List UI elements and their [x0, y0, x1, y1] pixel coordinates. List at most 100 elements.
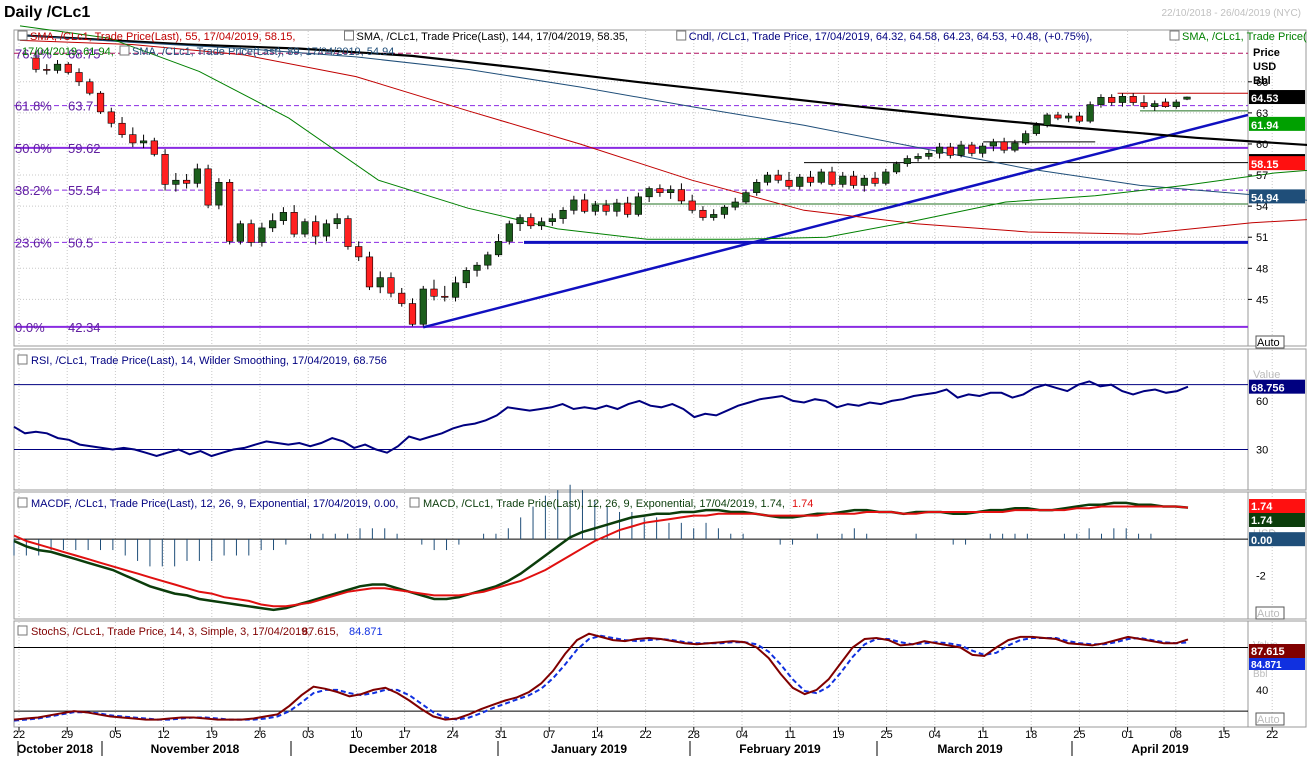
candle: [570, 199, 578, 211]
candle: [419, 288, 427, 325]
candle: [1022, 133, 1030, 144]
x-month-label: April 2019: [1131, 742, 1189, 756]
legend-icon: [676, 30, 687, 41]
legend-icon: [17, 354, 28, 365]
candle: [1151, 103, 1159, 107]
candle: [624, 202, 632, 215]
axis-title-usd: USD: [1253, 61, 1276, 73]
chart-title: Daily /CLc1: [4, 4, 91, 21]
rsi-tick: 60: [1256, 396, 1268, 408]
legend-text: SMA, /CLc1, Trade Price(Last), 144, 17/0…: [357, 31, 629, 43]
candle: [1032, 125, 1041, 134]
price-tick-label: 60: [1256, 139, 1268, 151]
candle: [581, 199, 589, 212]
x-day-label: 17: [398, 729, 410, 741]
fib-pct-label: 23.6%: [15, 235, 52, 250]
fib-value-label: 59.62: [68, 141, 101, 156]
macd-legend-b: MACD, /CLc1, Trade Price(Last), 12, 26, …: [423, 498, 785, 510]
candle: [1043, 114, 1051, 126]
macd-tag-text: 0.00: [1251, 535, 1272, 547]
candle: [968, 144, 976, 154]
value-tag-text: 64.53: [1251, 93, 1279, 105]
candle: [860, 177, 868, 186]
fib-pct-label: 38.2%: [15, 183, 52, 198]
candle: [935, 146, 944, 154]
candle: [387, 277, 395, 294]
x-day-label: 25: [1073, 729, 1085, 741]
macd-tag-text: 1.74: [1251, 515, 1273, 527]
date-range: 22/10/2018 - 26/04/2019 (NYC): [1161, 8, 1301, 19]
candle: [494, 241, 503, 256]
candle: [1065, 115, 1073, 119]
candle: [882, 171, 890, 184]
x-day-label: 26: [254, 729, 266, 741]
candle: [946, 146, 954, 156]
candle: [193, 168, 201, 184]
candle: [1075, 115, 1084, 122]
candle: [667, 189, 675, 193]
candle: [86, 81, 94, 94]
price-tick-label: 45: [1256, 294, 1268, 306]
candle: [279, 212, 288, 221]
x-month-label: February 2019: [739, 742, 821, 756]
rsi-axis-title: Value: [1253, 369, 1280, 381]
candle: [892, 163, 901, 173]
legend-icon: [17, 30, 28, 41]
x-day-label: 03: [302, 729, 314, 741]
candle: [548, 218, 556, 222]
candle: [312, 221, 320, 237]
fib-value-label: 50.5: [68, 235, 93, 250]
fib-value-label: 42.34: [68, 320, 101, 335]
candle: [376, 277, 384, 288]
stoch-tag-text: 84.871: [1251, 660, 1282, 671]
x-month-label: November 2018: [151, 742, 240, 756]
candle: [591, 204, 599, 212]
candle: [322, 223, 331, 237]
macd-auto: Auto: [1257, 608, 1280, 620]
candle: [408, 303, 417, 325]
x-day-label: 22: [13, 729, 25, 741]
candle: [139, 140, 148, 144]
candle: [656, 188, 664, 193]
candle: [527, 217, 535, 227]
legend-icon: [119, 45, 130, 56]
candle: [806, 176, 815, 183]
stoch-legend: StochS, /CLc1, Trade Price, 14, 3, Simpl…: [31, 626, 310, 638]
candle: [215, 182, 223, 206]
candle: [64, 63, 72, 73]
legend-icon: [1169, 30, 1180, 41]
x-day-label: 12: [157, 729, 169, 741]
stoch-auto: Auto: [1257, 714, 1280, 726]
candle: [774, 174, 782, 181]
candle: [365, 256, 374, 288]
candle: [75, 72, 83, 83]
stoch-tick: 40: [1256, 685, 1268, 697]
candle: [1097, 97, 1105, 105]
macd-legend-a: MACDF, /CLc1, Trade Price(Last), 12, 26,…: [31, 498, 398, 510]
legend-icon: [17, 497, 28, 508]
candle: [204, 168, 212, 206]
candle: [849, 175, 858, 186]
candle: [989, 141, 997, 147]
x-month-label: October 2018: [17, 742, 93, 756]
candle: [118, 122, 126, 135]
rsi-tag-text: 68.756: [1251, 383, 1285, 395]
x-day-label: 08: [1170, 729, 1182, 741]
candle: [441, 295, 449, 298]
legend-text: SMA, /CLc1, Trade Price(Last), 21,: [1182, 31, 1307, 43]
value-tag-text: 61.94: [1251, 120, 1279, 132]
candle: [1086, 104, 1094, 122]
stoch-legend-k: 87.615,: [302, 626, 339, 638]
candle: [957, 144, 965, 156]
candle: [516, 217, 524, 225]
candle: [290, 212, 298, 235]
macd-legend-b-val: 1.74: [792, 498, 813, 510]
rsi-legend: RSI, /CLc1, Trade Price(Last), 14, Wilde…: [31, 355, 387, 367]
x-day-label: 04: [736, 729, 748, 741]
candle: [742, 192, 750, 203]
price-tick-label: 51: [1256, 232, 1268, 244]
candle: [634, 196, 642, 215]
fib-pct-label: 0.0%: [15, 320, 45, 335]
candle: [1118, 96, 1127, 103]
candle: [269, 220, 277, 229]
